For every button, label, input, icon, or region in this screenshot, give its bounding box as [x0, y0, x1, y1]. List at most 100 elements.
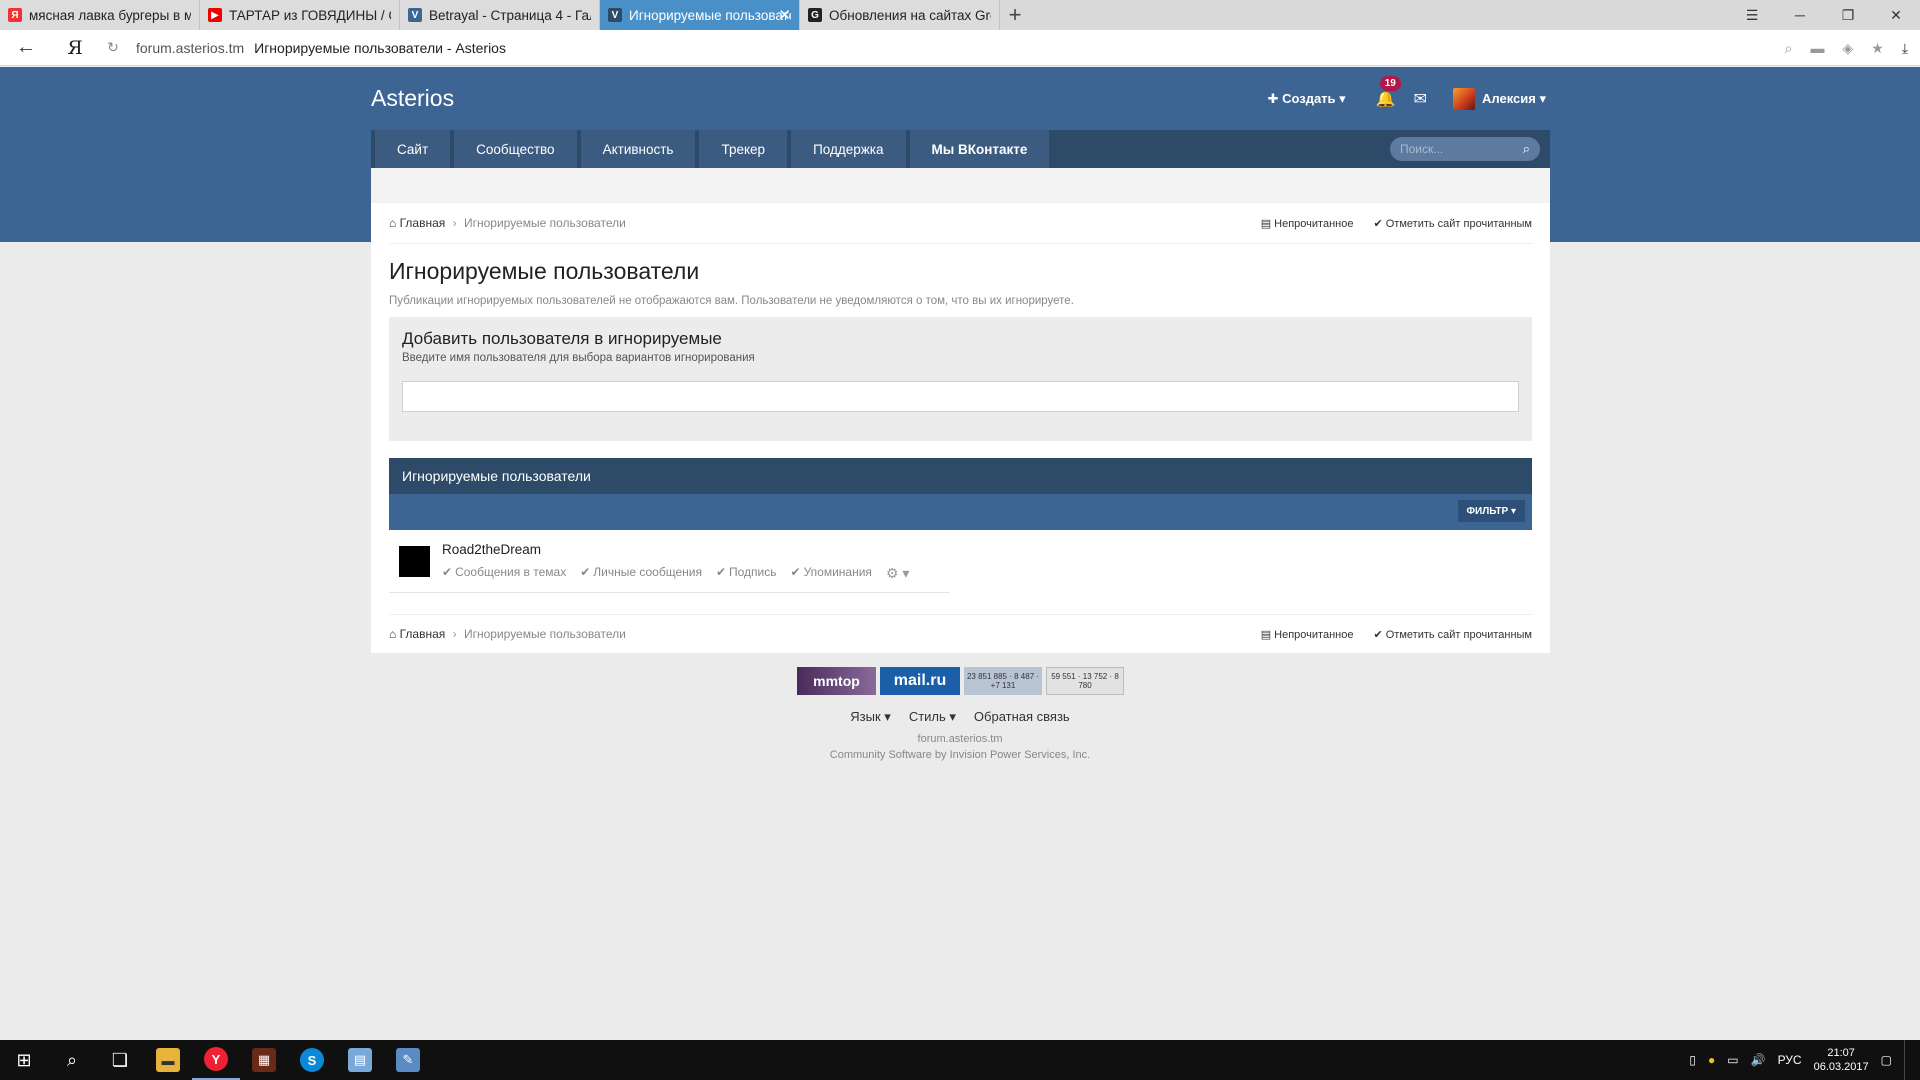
- url-page-title[interactable]: Игнорируемые пользователи - Asterios: [254, 40, 506, 56]
- language-menu[interactable]: Язык ▾: [850, 709, 891, 725]
- protect-icon[interactable]: ◈: [1842, 40, 1853, 57]
- battery-icon[interactable]: ▯: [1689, 1053, 1696, 1067]
- gear-icon[interactable]: ⚙ ▾: [886, 565, 909, 582]
- tab-close-icon[interactable]: ✕: [778, 6, 791, 24]
- window-controls: ☰ ─ ❐ ✕: [1728, 0, 1920, 30]
- browser-tab[interactable]: V Betrayal - Страница 4 - Гале: [400, 0, 600, 30]
- file-explorer-icon[interactable]: ▬: [144, 1040, 192, 1080]
- browser-tab[interactable]: ▶ ТАРТАР из ГОВЯДИНЫ / Сы: [200, 0, 400, 30]
- url-host[interactable]: forum.asterios.tm: [136, 40, 244, 56]
- notification-center-icon[interactable]: ▢: [1881, 1053, 1892, 1067]
- mark-read-link[interactable]: ✔ Отметить сайт прочитанным: [1373, 628, 1532, 641]
- page-title: Игнорируемые пользователи: [389, 258, 700, 284]
- style-menu[interactable]: Стиль ▾: [909, 709, 956, 725]
- reader-icon[interactable]: ▬: [1810, 40, 1824, 56]
- site-logo[interactable]: Asterios: [371, 85, 454, 112]
- footer-copyright[interactable]: Community Software by Invision Power Ser…: [0, 749, 1920, 761]
- start-windows-icon[interactable]: ⊞: [0, 1040, 48, 1080]
- site-header: Asterios ✚ Создать ▾ 🔔 19 ✉ Алексия ▾: [371, 67, 1550, 130]
- create-button[interactable]: ✚ Создать ▾: [1268, 91, 1346, 107]
- mark-read-link[interactable]: ✔ Отметить сайт прочитанным: [1373, 217, 1532, 230]
- reload-icon[interactable]: ↻: [98, 39, 128, 56]
- site-footer: mmtop mail.ru 23 851 885 · 8 487 · +7 13…: [0, 667, 1920, 767]
- tab-title: мясная лавка бургеры в мо: [29, 7, 191, 23]
- username-input[interactable]: [402, 381, 1519, 412]
- tab-favicon-icon: ▶: [208, 8, 222, 22]
- bookmark-star-icon[interactable]: ★: [1871, 40, 1884, 57]
- page-subtitle: Публикации игнорируемых пользователей не…: [389, 295, 1074, 307]
- search-input[interactable]: Поиск... ⌕: [1390, 137, 1540, 161]
- yandex-browser-icon[interactable]: Y: [192, 1040, 240, 1080]
- mailru-counter[interactable]: mail.ru: [880, 667, 960, 695]
- hotlog-counter[interactable]: 23 851 885 · 8 487 · +7 131: [964, 667, 1042, 695]
- breadcrumb-separator: ›: [452, 216, 457, 230]
- unread-label: Непрочитанное: [1274, 628, 1354, 641]
- notepad-icon[interactable]: ▤: [336, 1040, 384, 1080]
- nav-tab[interactable]: Сообщество: [454, 130, 577, 168]
- filter-bar: ФИЛЬТР ▾: [389, 494, 1532, 530]
- messages-envelope-icon[interactable]: ✉: [1414, 89, 1427, 109]
- nav-tab[interactable]: Трекер: [699, 130, 788, 168]
- user-avatar[interactable]: [1453, 87, 1476, 110]
- search-icon[interactable]: ⌕: [48, 1040, 96, 1080]
- ignore-option[interactable]: ✔ Личные сообщения: [580, 565, 702, 582]
- user-bar: ✚ Создать ▾ 🔔 19 ✉ Алексия ▾: [1268, 67, 1546, 130]
- clock-time: 21:07: [1827, 1047, 1855, 1059]
- nav-tab[interactable]: Сайт: [375, 130, 451, 168]
- tab-title: ТАРТАР из ГОВЯДИНЫ / Сы: [229, 7, 391, 23]
- feedback-link[interactable]: Обратная связь: [974, 709, 1070, 725]
- magnifier-icon[interactable]: ⌕: [1785, 40, 1793, 57]
- ignore-option-label: Сообщения в темах: [455, 565, 567, 579]
- nav-tab[interactable]: Мы ВКонтакте: [909, 130, 1050, 168]
- language-indicator[interactable]: РУС: [1778, 1053, 1802, 1067]
- unread-link[interactable]: ▤ Непрочитанное: [1261, 628, 1354, 641]
- yandex-logo-icon[interactable]: Я: [52, 37, 98, 59]
- new-tab-button[interactable]: +: [1000, 0, 1030, 30]
- clock[interactable]: 21:07 06.03.2017: [1814, 1046, 1869, 1074]
- restore-icon[interactable]: ❐: [1824, 0, 1872, 30]
- skype-icon[interactable]: S: [288, 1040, 336, 1080]
- minimize-icon[interactable]: ─: [1776, 0, 1824, 30]
- breadcrumb-separator: ›: [452, 627, 457, 641]
- breadcrumb-home-link[interactable]: Главная: [400, 627, 446, 641]
- nav-tab[interactable]: Активность: [580, 130, 696, 168]
- volume-icon[interactable]: 🔊: [1751, 1053, 1766, 1067]
- tray-app-icon[interactable]: ●: [1708, 1053, 1715, 1067]
- browser-tab[interactable]: G Обновления на сайтах Gro: [800, 0, 1000, 30]
- breadcrumb-current: Игнорируемые пользователи: [463, 627, 626, 641]
- main-nav: Сайт Сообщество Активность Трекер Поддержка М…: [371, 130, 1550, 168]
- filter-button[interactable]: ФИЛЬТР ▾: [1457, 500, 1525, 522]
- browser-tab[interactable]: Ямясная лавка бургеры в мо: [0, 0, 200, 30]
- notification-count-badge: 19: [1378, 74, 1402, 92]
- notifications-button[interactable]: 🔔 19: [1375, 74, 1402, 109]
- ignore-option[interactable]: ✔ Подпись: [716, 565, 777, 582]
- close-window-icon[interactable]: ✕: [1872, 0, 1920, 30]
- liveinternet-counter[interactable]: 59 551 · 13 752 · 8 780: [1046, 667, 1124, 695]
- ignore-option[interactable]: ✔ Сообщения в темах: [442, 565, 566, 582]
- browser-menu-icon[interactable]: ☰: [1728, 0, 1776, 30]
- ignore-option[interactable]: ✔ Упоминания: [791, 565, 872, 582]
- unread-link[interactable]: ▤ Непрочитанное: [1261, 217, 1354, 230]
- search-icon[interactable]: ⌕: [1523, 141, 1530, 157]
- task-view-icon[interactable]: ❏: [96, 1040, 144, 1080]
- back-icon[interactable]: ←: [0, 36, 52, 59]
- add-ignored-user-box: Добавить пользователя в игнорируемые Вве…: [389, 317, 1532, 441]
- tab-favicon-icon: V: [408, 8, 422, 22]
- ignored-list-header: Игнорируемые пользователи: [389, 458, 1532, 494]
- download-icon[interactable]: ⤓: [1902, 40, 1908, 57]
- mmtop-counter[interactable]: mmtop: [797, 667, 876, 695]
- breadcrumb-home-link[interactable]: Главная: [400, 216, 446, 230]
- network-icon[interactable]: ▭: [1727, 1053, 1738, 1067]
- tab-title: Betrayal - Страница 4 - Гале: [429, 7, 591, 23]
- bell-icon: 🔔: [1375, 90, 1396, 108]
- browser-tab[interactable]: V Игнорируемые пользовате ✕: [600, 0, 800, 30]
- user-name-link[interactable]: Road2theDream: [442, 542, 541, 557]
- user-avatar[interactable]: [399, 546, 430, 577]
- paint-icon[interactable]: ✎: [384, 1040, 432, 1080]
- unread-label: Непрочитанное: [1274, 217, 1354, 230]
- sub-nav-bar: [371, 168, 1550, 203]
- nav-tab[interactable]: Поддержка: [791, 130, 906, 168]
- game-app-icon[interactable]: ▦: [240, 1040, 288, 1080]
- user-menu-button[interactable]: Алексия ▾: [1482, 91, 1546, 107]
- show-desktop-button[interactable]: [1904, 1040, 1910, 1080]
